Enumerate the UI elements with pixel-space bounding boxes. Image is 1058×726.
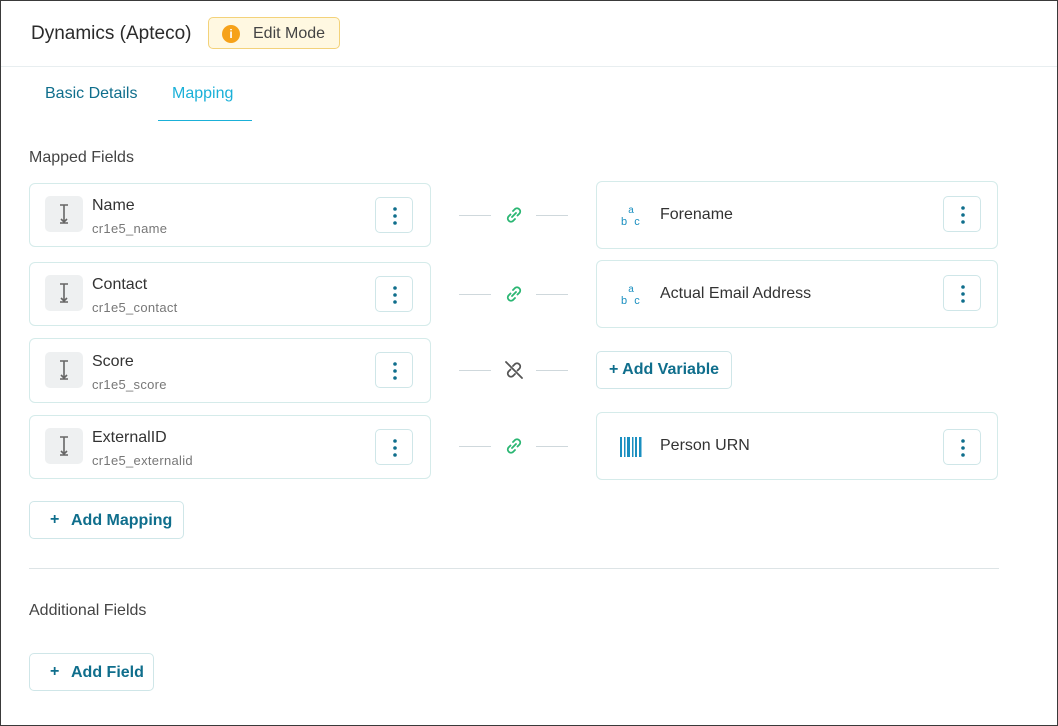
variable-options-button[interactable] [943, 429, 981, 465]
section-divider [29, 568, 999, 569]
text-variable-icon: a b c [621, 284, 640, 307]
text-cursor-icon [45, 428, 83, 464]
plus-icon: + [50, 663, 60, 680]
page-title: Dynamics (Apteco) [31, 23, 192, 44]
variable-options-button[interactable] [943, 275, 981, 311]
connector-line [536, 446, 568, 447]
variable-card-forename: a b c Forename [596, 181, 998, 249]
add-field-label: Add Field [71, 664, 144, 681]
additional-fields-title: Additional Fields [29, 602, 147, 619]
field-card-score: Score cr1e5_score [29, 338, 431, 403]
add-mapping-button[interactable]: + Add Mapping [29, 501, 184, 539]
field-card-name: Name cr1e5_name [29, 183, 431, 247]
text-cursor-icon [45, 196, 83, 232]
variable-name: Actual Email Address [660, 285, 812, 302]
connector-line [459, 294, 491, 295]
mapped-fields-title: Mapped Fields [29, 149, 134, 166]
active-tab-indicator [158, 120, 252, 121]
kebab-icon [393, 286, 397, 304]
text-cursor-icon [45, 352, 83, 388]
svg-text:b: b [621, 216, 627, 228]
kebab-icon [961, 439, 965, 457]
connector-line [536, 215, 568, 216]
text-variable-icon: a b c [621, 205, 640, 228]
barcode-icon [620, 437, 642, 457]
field-options-button[interactable] [375, 429, 413, 465]
field-id: cr1e5_contact [92, 300, 178, 315]
connector-line [536, 370, 568, 371]
kebab-icon [961, 206, 965, 224]
info-icon: i [222, 25, 240, 43]
variable-card-person-urn: Person URN [596, 412, 998, 480]
connector-line [459, 446, 491, 447]
variable-name: Forename [660, 206, 733, 223]
add-variable-button[interactable]: + Add Variable [596, 351, 732, 389]
variable-card-email: a b c Actual Email Address [596, 260, 998, 328]
field-name: Name [92, 197, 135, 214]
svg-text:a: a [628, 284, 634, 295]
field-card-contact: Contact cr1e5_contact [29, 262, 431, 326]
field-id: cr1e5_score [92, 377, 167, 392]
link-icon[interactable] [502, 203, 526, 227]
add-field-button[interactable]: + Add Field [29, 653, 154, 691]
tab-mapping[interactable]: Mapping [172, 85, 233, 103]
field-card-externalid: ExternalID cr1e5_externalid [29, 415, 431, 479]
svg-text:c: c [634, 216, 640, 228]
link-icon[interactable] [502, 282, 526, 306]
kebab-icon [393, 207, 397, 225]
link-icon[interactable] [502, 434, 526, 458]
field-name: Score [92, 353, 134, 370]
text-cursor-icon [45, 275, 83, 311]
badge-label: Edit Mode [253, 25, 326, 42]
unlink-icon[interactable] [502, 358, 526, 382]
kebab-icon [393, 439, 397, 457]
svg-text:a: a [628, 205, 634, 216]
header: Dynamics (Apteco) i Edit Mode [1, 1, 1057, 67]
variable-name: Person URN [660, 437, 750, 454]
add-mapping-label: Add Mapping [71, 512, 173, 529]
field-name: ExternalID [92, 429, 167, 446]
svg-text:c: c [634, 295, 640, 307]
field-options-button[interactable] [375, 352, 413, 388]
connector-line [536, 294, 568, 295]
field-options-button[interactable] [375, 197, 413, 233]
variable-options-button[interactable] [943, 196, 981, 232]
window: Dynamics (Apteco) i Edit Mode Basic Deta… [0, 0, 1058, 726]
svg-text:b: b [621, 295, 627, 307]
connector-line [459, 370, 491, 371]
kebab-icon [393, 362, 397, 380]
kebab-icon [961, 285, 965, 303]
field-id: cr1e5_name [92, 221, 168, 236]
field-name: Contact [92, 276, 148, 293]
field-options-button[interactable] [375, 276, 413, 312]
plus-icon: + [50, 511, 60, 528]
edit-mode-badge: i Edit Mode [208, 17, 340, 49]
tab-basic-details[interactable]: Basic Details [45, 85, 137, 103]
field-id: cr1e5_externalid [92, 453, 193, 468]
connector-line [459, 215, 491, 216]
